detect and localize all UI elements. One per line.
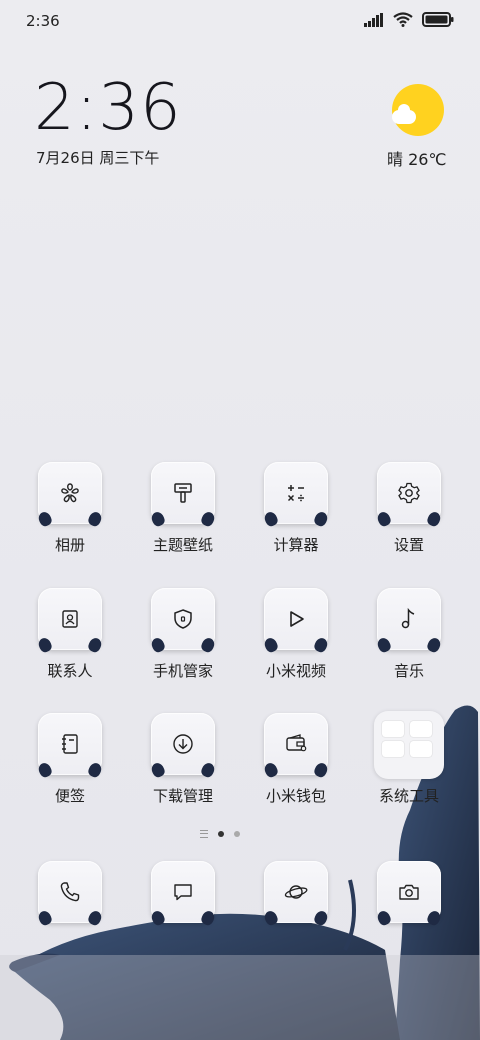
- app-video[interactable]: 小米视频: [251, 588, 341, 681]
- dock-background: [0, 955, 480, 1040]
- app-tile[interactable]: [36, 861, 104, 927]
- app-tile[interactable]: [36, 713, 104, 779]
- app-wallet[interactable]: 小米钱包: [251, 713, 341, 806]
- message-icon: [174, 884, 192, 901]
- play-icon: [290, 611, 304, 627]
- app-tile[interactable]: [149, 588, 217, 654]
- app-tile[interactable]: [262, 588, 330, 654]
- sunny-cloud-icon[interactable]: [392, 84, 444, 136]
- app-label: 便签: [54, 787, 85, 805]
- app-tile[interactable]: [375, 588, 443, 654]
- shield-icon: [174, 609, 192, 629]
- dock-camera[interactable]: [364, 861, 454, 927]
- planet-icon: [284, 885, 308, 899]
- wifi-icon: [393, 12, 413, 27]
- download-icon: [173, 734, 193, 754]
- app-label: 主题壁纸: [152, 536, 213, 554]
- battery-icon: [422, 12, 454, 27]
- wallet-icon: [286, 734, 307, 752]
- app-tile[interactable]: [36, 588, 104, 654]
- app-label: 设置: [393, 536, 424, 554]
- app-label: 计算器: [273, 536, 319, 554]
- app-tile[interactable]: [375, 861, 443, 927]
- app-label: 音乐: [393, 662, 424, 680]
- weather-text[interactable]: 晴 26℃: [387, 146, 446, 170]
- status-icons: [364, 12, 454, 27]
- phone-icon: [60, 882, 80, 902]
- page-dot[interactable]: [234, 831, 240, 837]
- status-time: 2:36: [26, 12, 60, 30]
- contact-card-icon: [62, 610, 78, 628]
- app-tile[interactable]: [149, 462, 217, 528]
- app-label: 下载管理: [152, 787, 213, 805]
- dock-phone[interactable]: [25, 861, 115, 927]
- app-downloads[interactable]: 下载管理: [138, 713, 228, 806]
- folder-icon[interactable]: [374, 711, 444, 779]
- dock-messages[interactable]: [138, 861, 228, 927]
- app-themes[interactable]: 主题壁纸: [138, 462, 228, 555]
- music-note-icon: [401, 607, 415, 629]
- app-label: 联系人: [47, 662, 93, 680]
- app-label: 手机管家: [152, 662, 213, 680]
- app-label: 小米视频: [265, 662, 326, 680]
- app-contacts[interactable]: 联系人: [25, 588, 115, 681]
- app-label: 系统工具: [378, 787, 439, 805]
- app-music[interactable]: 音乐: [364, 588, 454, 681]
- app-tile[interactable]: [149, 713, 217, 779]
- app-gallery[interactable]: 相册: [25, 462, 115, 555]
- app-tile[interactable]: [262, 861, 330, 927]
- app-settings[interactable]: 设置: [364, 462, 454, 555]
- status-bar: 2:36: [0, 0, 480, 40]
- paintbrush-icon: [174, 483, 192, 503]
- app-tile[interactable]: [36, 462, 104, 528]
- page-indicator[interactable]: [200, 830, 240, 838]
- app-security[interactable]: 手机管家: [138, 588, 228, 681]
- clock-widget-date[interactable]: 7月26日 周三下午: [36, 147, 159, 168]
- app-tile[interactable]: [262, 462, 330, 528]
- app-folder-system-tools[interactable]: 系统工具: [364, 711, 454, 806]
- app-tile[interactable]: [262, 713, 330, 779]
- page-dot-active[interactable]: [218, 831, 224, 837]
- clock-widget-time[interactable]: 2:36: [34, 76, 182, 140]
- dock-browser[interactable]: [251, 861, 341, 927]
- app-label: 相册: [54, 536, 85, 554]
- calculator-icon: [287, 485, 304, 502]
- app-tile[interactable]: [375, 462, 443, 528]
- app-calculator[interactable]: 计算器: [251, 462, 341, 555]
- gear-icon: [398, 482, 420, 504]
- flower-icon: [61, 483, 79, 503]
- app-notes[interactable]: 便签: [25, 713, 115, 806]
- signal-icon: [364, 12, 383, 27]
- app-tile[interactable]: [149, 861, 217, 927]
- app-label: 小米钱包: [265, 787, 326, 805]
- minus-one-screen-indicator[interactable]: [200, 830, 208, 838]
- camera-icon: [399, 884, 419, 900]
- notepad-icon: [62, 734, 78, 754]
